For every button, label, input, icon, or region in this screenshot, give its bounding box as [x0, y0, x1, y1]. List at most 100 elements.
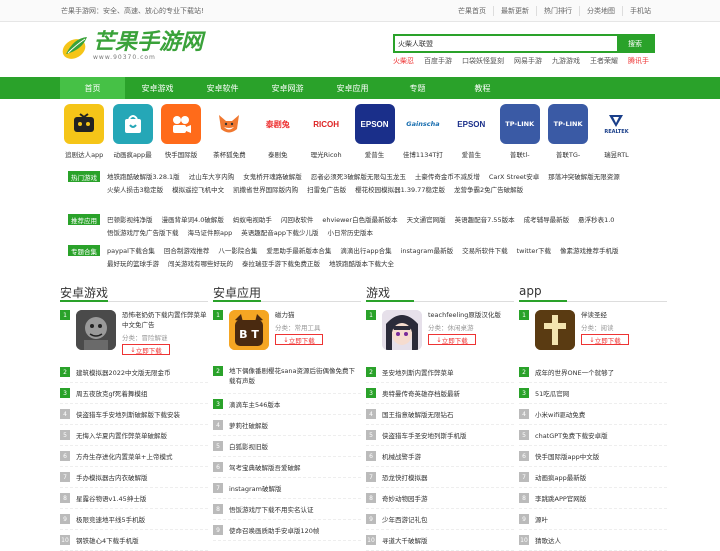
list-item[interactable]: 3 51吃瓜官网: [519, 383, 667, 404]
nav-android-apps[interactable]: 安卓应用: [320, 77, 385, 99]
list-item[interactable]: 2 圣安地列斯内置作弊菜单: [366, 362, 514, 383]
tag-link[interactable]: 火柴人损击3稳定版: [107, 184, 163, 197]
tag-link[interactable]: 地铁跑酷破解版3.28.1版: [107, 171, 180, 184]
list-item[interactable]: 6 快手国际版app中文版: [519, 446, 667, 467]
app-tile[interactable]: 动画疯app最: [108, 104, 156, 159]
app-tile[interactable]: 茶杯狐免费: [205, 104, 253, 159]
tag-link[interactable]: 闯关游戏有哪些好玩的: [168, 258, 233, 271]
nav-android-games[interactable]: 安卓游戏: [125, 77, 190, 99]
list-item[interactable]: 4 萝莉社破解版: [213, 415, 361, 436]
list-item[interactable]: 6 机械战警手游: [366, 446, 514, 467]
app-tile[interactable]: TP-LINK 普联TG-: [544, 104, 592, 159]
featured-item[interactable]: 1 伴读圣经 分类：阅读 ↓ 立即下载: [519, 310, 667, 362]
top-link-ranking[interactable]: 热门排行: [536, 6, 579, 16]
tag-link[interactable]: 蚂蚁电视助手: [233, 214, 272, 227]
list-item[interactable]: 10 寻道大千破解版: [366, 530, 514, 551]
top-link-mobile[interactable]: 手机站: [622, 6, 658, 16]
tag-link[interactable]: 过山车大亨内购: [189, 171, 235, 184]
list-item[interactable]: 7 动画疯app最新版: [519, 467, 667, 488]
download-button[interactable]: ↓ 立即下载: [122, 344, 170, 355]
tag-link[interactable]: 爱思助手最新版本合集: [266, 245, 331, 258]
top-link-home[interactable]: 芒果首页: [451, 6, 493, 16]
featured-name[interactable]: 恐怖老奶奶下载内置作弊菜单中文免广告: [122, 310, 208, 330]
list-item[interactable]: 5 白狐影视旧版: [213, 436, 361, 457]
tag-link[interactable]: 悟饭游戏厅免广告版下载: [107, 227, 179, 240]
list-item[interactable]: 2 地下偶像番剧樱花sana资源后街偶像免费下载有声版: [213, 362, 361, 394]
app-tile[interactable]: RICOH 理光Ricoh: [302, 104, 350, 159]
app-tile[interactable]: Gainscha 佳博1134T打: [399, 104, 447, 159]
nav-android-software[interactable]: 安卓软件: [190, 77, 255, 99]
tag-link[interactable]: paypal下载合集: [107, 245, 155, 258]
featured-name[interactable]: 磁力猫: [275, 310, 361, 320]
tag-link[interactable]: 女鬼桥开魂路破解版: [243, 171, 302, 184]
search-input[interactable]: [395, 36, 617, 51]
list-item[interactable]: 8 星露谷物语v1.45绅士版: [60, 488, 208, 509]
list-item[interactable]: 4 侠盗猎车手安地列斯破解版下载安装: [60, 404, 208, 425]
tag-link[interactable]: 悬浮秒表1.0: [578, 214, 614, 227]
top-link-sitemap[interactable]: 分类地图: [579, 6, 622, 16]
list-item[interactable]: 7 instagram破解版: [213, 478, 361, 499]
tag-link[interactable]: 小日常历史版本: [328, 227, 374, 240]
download-button[interactable]: ↓ 立即下载: [428, 334, 476, 345]
top-link-latest[interactable]: 最新更新: [493, 6, 536, 16]
list-item[interactable]: 9 源叶: [519, 509, 667, 530]
list-item[interactable]: 7 恐龙快打模拟器: [366, 467, 514, 488]
nav-topics[interactable]: 专题: [385, 77, 450, 99]
tag-link[interactable]: 扫雷免广告版: [307, 184, 346, 197]
tag-link[interactable]: 成考辅导最新版: [524, 214, 570, 227]
tag-link[interactable]: 八一影院合集: [218, 245, 257, 258]
tag-link[interactable]: CarX Street安卓: [489, 171, 539, 184]
app-tile[interactable]: 快手国际版: [157, 104, 205, 159]
list-item[interactable]: 9 使命召唤画质助手安卓版120帧: [213, 520, 361, 541]
list-item[interactable]: 6 驾考宝典破解版吾爱破解: [213, 457, 361, 478]
featured-item[interactable]: 1 B T 磁力猫 分类：常用工具 ↓ 立即下载: [213, 310, 361, 362]
tag-link[interactable]: 那落冲突破解版无限资源: [548, 171, 620, 184]
tag-link[interactable]: twitter下载: [517, 245, 551, 258]
tag-link[interactable]: 忍者必须死3破解版无限勾玉龙玉: [311, 171, 406, 184]
tag-link[interactable]: 漫画背单词4.0破解版: [162, 214, 224, 227]
download-button[interactable]: ↓ 立即下载: [275, 334, 323, 345]
tag-link[interactable]: 泰拉瑞亚手游下载免费正版: [242, 258, 320, 271]
nav-home[interactable]: 首页: [60, 77, 125, 99]
nav-tutorials[interactable]: 教程: [450, 77, 515, 99]
list-item[interactable]: 8 奇妙动物园手游: [366, 488, 514, 509]
tag-link[interactable]: 巴顿影视纯净版: [107, 214, 153, 227]
tag-link[interactable]: 樱花校园模拟器1.39.77稳定版: [355, 184, 445, 197]
hotword[interactable]: 网易手游: [514, 56, 542, 66]
tag-link[interactable]: 英语趣配音app下载少儿版: [241, 227, 318, 240]
tag-link[interactable]: 地铁跑酷版本下载大全: [329, 258, 394, 271]
list-item[interactable]: 10 钢铁雄心4下载手机版: [60, 530, 208, 551]
list-item[interactable]: 3 周五夜放克gf死着舞模组: [60, 383, 208, 404]
tag-link[interactable]: 滴滴出行app合集: [340, 245, 391, 258]
hotword[interactable]: 王者荣耀: [590, 56, 618, 66]
tag-link[interactable]: 天文通官网版: [407, 214, 446, 227]
search-button[interactable]: 搜索: [617, 36, 653, 51]
featured-item[interactable]: 1 恐怖老奶奶下载内置作弊菜单中文免广告 分类：冒险解谜 ↓ 立即下载: [60, 310, 208, 362]
app-tile[interactable]: 泰剧兔 泰剧免: [254, 104, 302, 159]
list-item[interactable]: 8 李跳跳APP官网版: [519, 488, 667, 509]
tag-link[interactable]: 模拟遥控飞机中文: [172, 184, 224, 197]
tag-link[interactable]: 回合制游戏推荐: [164, 245, 210, 258]
list-item[interactable]: 9 极限竞速地平线5手机版: [60, 509, 208, 530]
list-item[interactable]: 3 滴滴车主546版本: [213, 394, 361, 415]
app-tile[interactable]: 追剧达人app: [60, 104, 108, 159]
hotword[interactable]: 火柴忍: [393, 56, 414, 66]
hotword[interactable]: 九游游戏: [552, 56, 580, 66]
hotword[interactable]: 腾讯手: [628, 56, 649, 66]
hotword[interactable]: 口袋妖怪复刻: [462, 56, 504, 66]
app-tile[interactable]: EPSON 爱普生: [350, 104, 398, 159]
featured-item[interactable]: 1 teachfeeling原版汉化版 分类：休闲桌游 ↓ 立即下载: [366, 310, 514, 362]
app-tile[interactable]: EPSON 爱普生: [447, 104, 495, 159]
featured-name[interactable]: teachfeeling原版汉化版: [428, 310, 514, 320]
list-item[interactable]: 3 奥特曼传奇英雄存档版最新: [366, 383, 514, 404]
tag-link[interactable]: 土豪传奇金币不减反增: [415, 171, 480, 184]
list-item[interactable]: 2 成年的世界ONE一个就够了: [519, 362, 667, 383]
tag-link[interactable]: 英语趣配音7.55版本: [455, 214, 515, 227]
tag-link[interactable]: 海马证件照app: [188, 227, 233, 240]
tag-link[interactable]: 凯撒省世界国际版内购: [233, 184, 298, 197]
tag-link[interactable]: 交易所软件下载: [462, 245, 508, 258]
app-tile[interactable]: TP-LINK 普联tl-: [496, 104, 544, 159]
list-item[interactable]: 9 少年西游记礼包: [366, 509, 514, 530]
tag-link[interactable]: 最好玩的篮球手游: [107, 258, 159, 271]
download-button[interactable]: ↓ 立即下载: [581, 334, 629, 345]
